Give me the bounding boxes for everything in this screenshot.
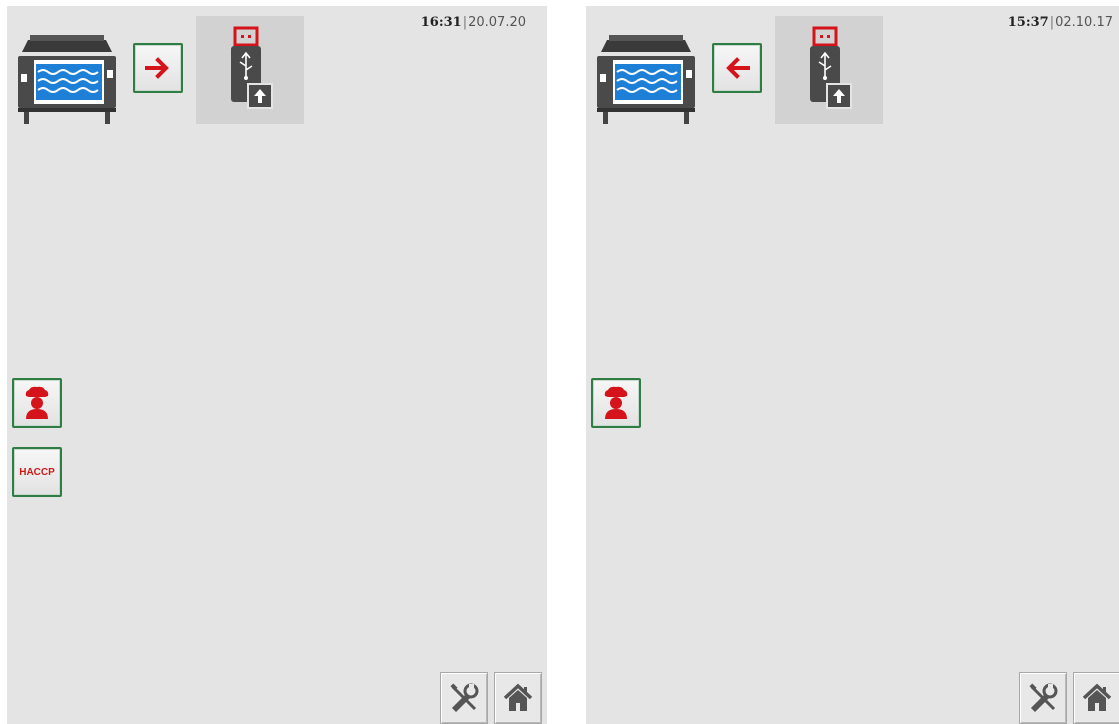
home-icon [1082,683,1112,711]
arrow-right-icon [145,57,169,79]
chef-icon [25,386,49,419]
home-button[interactable] [1073,672,1119,724]
clock: 15:37|02.10.17 [1008,15,1113,30]
usb-stick-tile[interactable] [196,16,304,124]
clock-separator: | [1049,15,1055,30]
screen-import: 15:37|02.10.17 [586,6,1119,724]
import-arrow-button[interactable] [712,43,762,93]
kettle-icon [597,35,695,124]
haccp-label: HACCP [19,466,55,478]
clock-date: 20.07.20 [468,15,526,30]
arrow-left-icon [726,57,750,79]
chef-button[interactable] [591,378,641,428]
export-arrow-button[interactable] [133,43,183,93]
tools-button[interactable] [440,672,488,724]
screen-export: 16:31|20.07.20 HACCP [7,6,547,724]
clock-date: 02.10.17 [1055,15,1113,30]
clock-time: 16:31 [420,15,462,30]
usb-stick-tile[interactable] [775,16,883,124]
tools-icon [450,683,479,713]
tools-icon [1029,683,1058,713]
clock-separator: | [462,15,468,30]
home-button[interactable] [494,672,542,724]
chef-icon [604,386,628,419]
tools-button[interactable] [1019,672,1067,724]
usb-stick-icon [810,26,852,109]
clock: 16:31|20.07.20 [421,15,526,30]
usb-stick-icon [231,26,273,109]
clock-time: 15:37 [1007,15,1049,30]
home-icon [503,683,533,711]
haccp-button[interactable]: HACCP [12,447,62,497]
chef-button[interactable] [12,378,62,428]
kettle-icon [18,35,116,124]
